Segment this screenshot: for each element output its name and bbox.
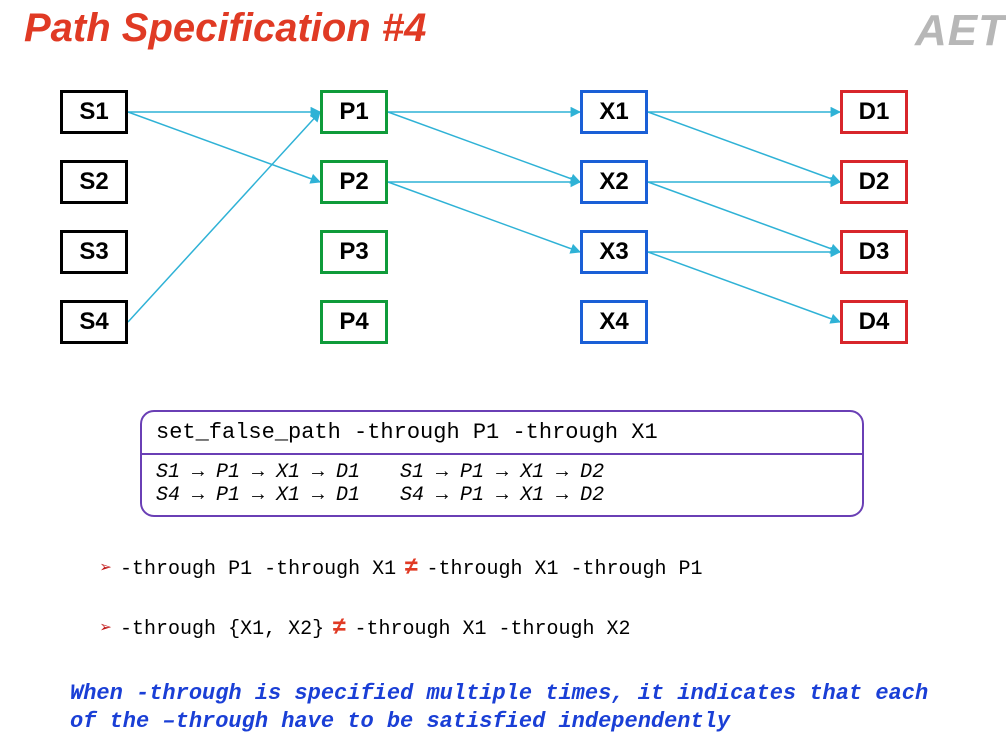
note-lhs-0: -through P1 -through X1 <box>120 558 396 581</box>
node-p1: P1 <box>320 90 388 134</box>
brand-logo: AET <box>915 6 1006 56</box>
note-0: ➢ -through P1 -through X1≠-through X1 -th… <box>100 555 703 582</box>
diagram-edges <box>40 80 970 390</box>
node-p3: P3 <box>320 230 388 274</box>
node-s3: S3 <box>60 230 128 274</box>
page-title: Path Specification #4 <box>24 6 426 51</box>
note-rhs-1: -through X1 -through X2 <box>355 618 631 641</box>
note-1: ➢ -through {X1, X2}≠-through X1 -through … <box>100 615 631 642</box>
node-d4: D4 <box>840 300 908 344</box>
node-x4: X4 <box>580 300 648 344</box>
node-d3: D3 <box>840 230 908 274</box>
edge-s4-p1 <box>128 112 320 322</box>
not-equal-icon: ≠ <box>396 555 426 582</box>
node-p2: P2 <box>320 160 388 204</box>
footnote: When -through is specified multiple time… <box>70 680 950 735</box>
edge-p2-x3 <box>388 182 580 252</box>
edge-x1-d2 <box>648 112 840 182</box>
node-p4: P4 <box>320 300 388 344</box>
paths-col-left: S1 → P1 → X1 → D1S4 → P1 → X1 → D1 <box>156 461 360 507</box>
node-x3: X3 <box>580 230 648 274</box>
node-s1: S1 <box>60 90 128 134</box>
node-d2: D2 <box>840 160 908 204</box>
path-right-1: S4 → P1 → X1 → D2 <box>400 484 604 507</box>
node-d1: D1 <box>840 90 908 134</box>
edge-s1-p2 <box>128 112 320 182</box>
bullet-marker-icon: ➢ <box>100 618 112 641</box>
node-x1: X1 <box>580 90 648 134</box>
path-left-1: S4 → P1 → X1 → D1 <box>156 484 360 507</box>
bullet-marker-icon: ➢ <box>100 558 112 581</box>
path-left-0: S1 → P1 → X1 → D1 <box>156 461 360 484</box>
edge-x3-d4 <box>648 252 840 322</box>
note-rhs-0: -through X1 -through P1 <box>427 558 703 581</box>
path-diagram: S1 S2 S3 S4 P1 P2 P3 P4 X1 X2 X3 X4 D1 D2 D3 D4 <box>40 80 970 390</box>
paths-col-right: S1 → P1 → X1 → D2S4 → P1 → X1 → D2 <box>400 461 604 507</box>
note-lhs-1: -through {X1, X2} <box>120 618 324 641</box>
path-right-0: S1 → P1 → X1 → D2 <box>400 461 604 484</box>
node-s2: S2 <box>60 160 128 204</box>
command-text: set_false_path -through P1 -through X1 <box>142 412 862 455</box>
node-x2: X2 <box>580 160 648 204</box>
node-s4: S4 <box>60 300 128 344</box>
edge-x2-d3 <box>648 182 840 252</box>
edge-p1-x2 <box>388 112 580 182</box>
command-results: S1 → P1 → X1 → D1S4 → P1 → X1 → D1 S1 → … <box>142 455 862 515</box>
not-equal-icon: ≠ <box>324 615 354 642</box>
command-box: set_false_path -through P1 -through X1 S… <box>140 410 864 517</box>
